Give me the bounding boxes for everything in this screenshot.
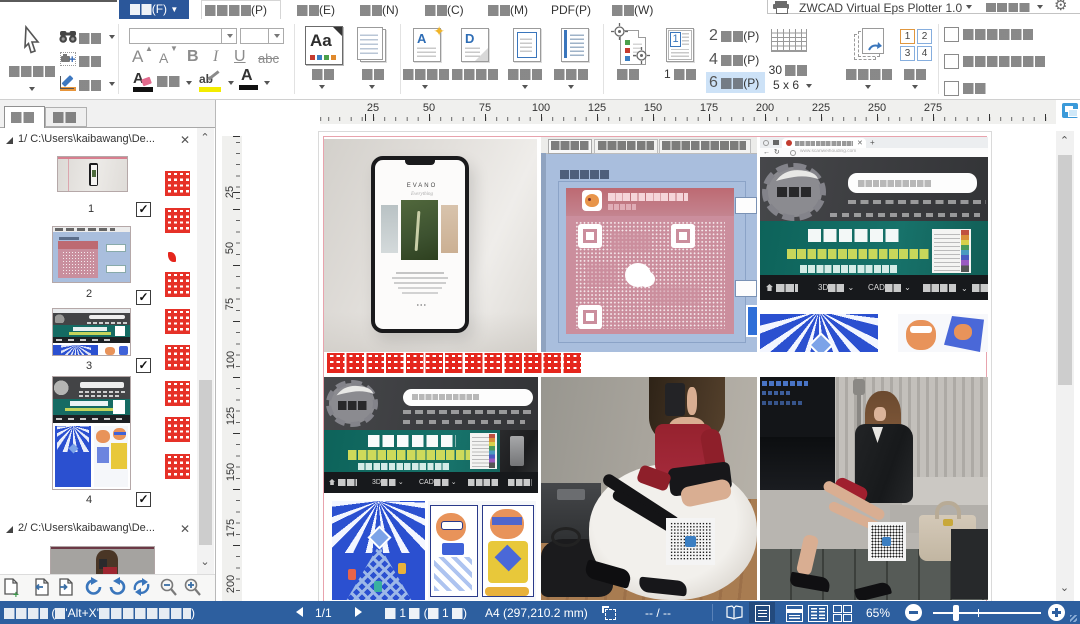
svg-text:+: + — [13, 590, 19, 598]
